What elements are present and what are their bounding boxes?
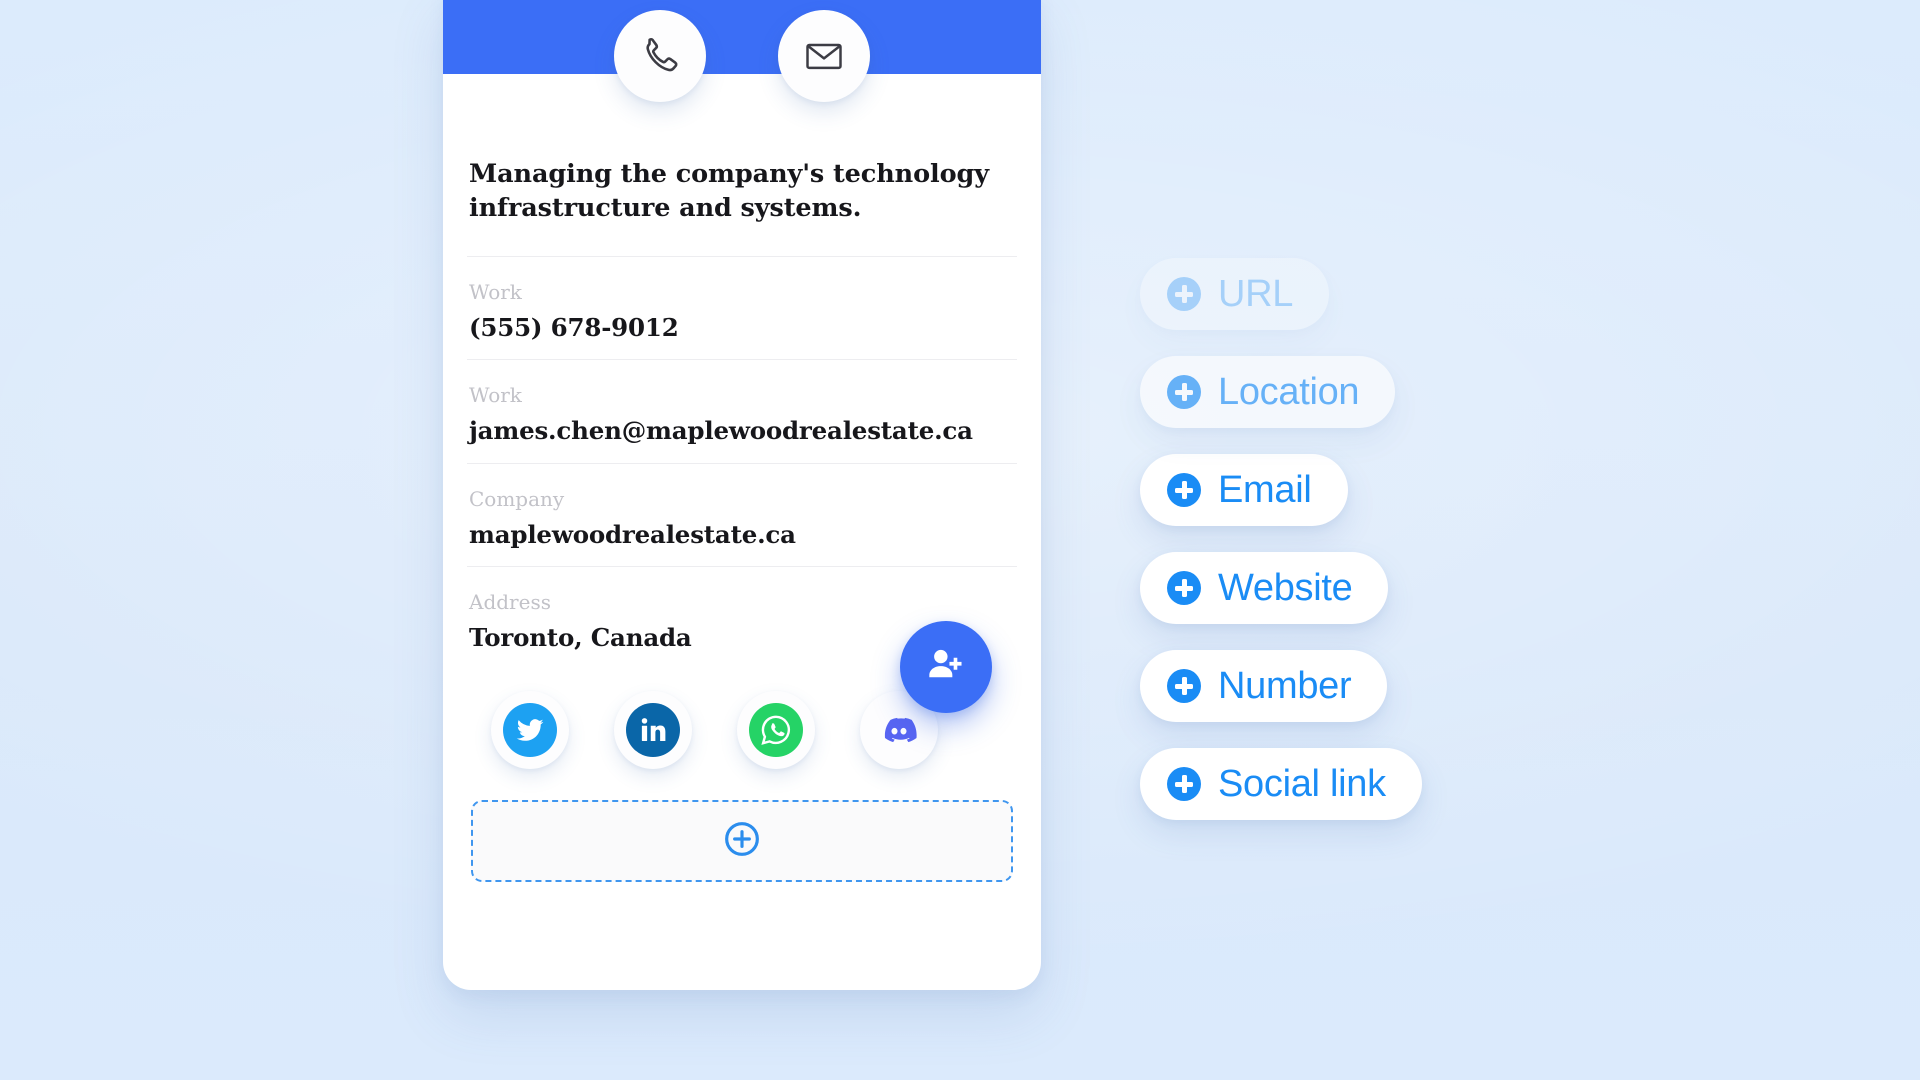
social-link-linkedin[interactable]: [614, 691, 692, 769]
field-label: Work: [469, 383, 522, 408]
plus-icon: [1167, 473, 1201, 507]
add-field-pill-menu: URL Location Email Website Number Social…: [1140, 258, 1422, 820]
linkedin-icon: [626, 703, 680, 757]
pill-label: Website: [1218, 567, 1353, 609]
pill-number[interactable]: Number: [1140, 650, 1388, 722]
phone-icon: [637, 33, 683, 79]
pill-label: Number: [1218, 665, 1352, 707]
whatsapp-icon: [749, 703, 803, 757]
social-link-whatsapp[interactable]: [737, 691, 815, 769]
field-value-company: maplewoodrealestate.ca: [469, 519, 796, 549]
field-row-work-email[interactable]: Work james.chen@maplewoodrealestate.ca: [467, 360, 1017, 464]
field-label: Address: [469, 589, 551, 614]
phone-button[interactable]: [614, 10, 706, 102]
pill-social-link[interactable]: Social link: [1140, 748, 1422, 820]
social-link-twitter[interactable]: [491, 691, 569, 769]
twitter-icon: [503, 703, 557, 757]
pill-label: Email: [1218, 469, 1312, 511]
pill-label: URL: [1218, 273, 1294, 315]
bio-text: Managing the company's technology infras…: [469, 159, 989, 223]
add-field-button[interactable]: [471, 800, 1013, 882]
card-body: Managing the company's technology infras…: [443, 74, 1041, 882]
discord-icon: [872, 703, 926, 757]
field-row-company[interactable]: Company maplewoodrealestate.ca: [467, 464, 1017, 567]
envelope-icon: [802, 34, 846, 78]
plus-circle-icon: [722, 819, 762, 864]
person-add-icon: [923, 642, 969, 693]
field-label: Work: [469, 280, 522, 305]
plus-icon: [1167, 571, 1201, 605]
pill-url[interactable]: URL: [1140, 258, 1330, 330]
contact-card: Managing the company's technology infras…: [443, 0, 1041, 990]
card-header-actions: [443, 10, 1041, 102]
add-contact-fab[interactable]: [900, 621, 992, 713]
plus-icon: [1167, 767, 1201, 801]
plus-icon: [1167, 277, 1201, 311]
field-value-email: james.chen@maplewoodrealestate.ca: [469, 416, 973, 446]
plus-icon: [1167, 669, 1201, 703]
pill-website[interactable]: Website: [1140, 552, 1389, 624]
pill-label: Location: [1218, 371, 1360, 413]
pill-location[interactable]: Location: [1140, 356, 1396, 428]
field-value-phone: (555) 678-9012: [469, 313, 679, 343]
field-label: Company: [469, 486, 565, 511]
field-row-work-phone[interactable]: Work (555) 678-9012: [467, 257, 1017, 361]
pill-email[interactable]: Email: [1140, 454, 1348, 526]
pill-label: Social link: [1218, 763, 1386, 805]
email-button[interactable]: [778, 10, 870, 102]
plus-icon: [1167, 375, 1201, 409]
